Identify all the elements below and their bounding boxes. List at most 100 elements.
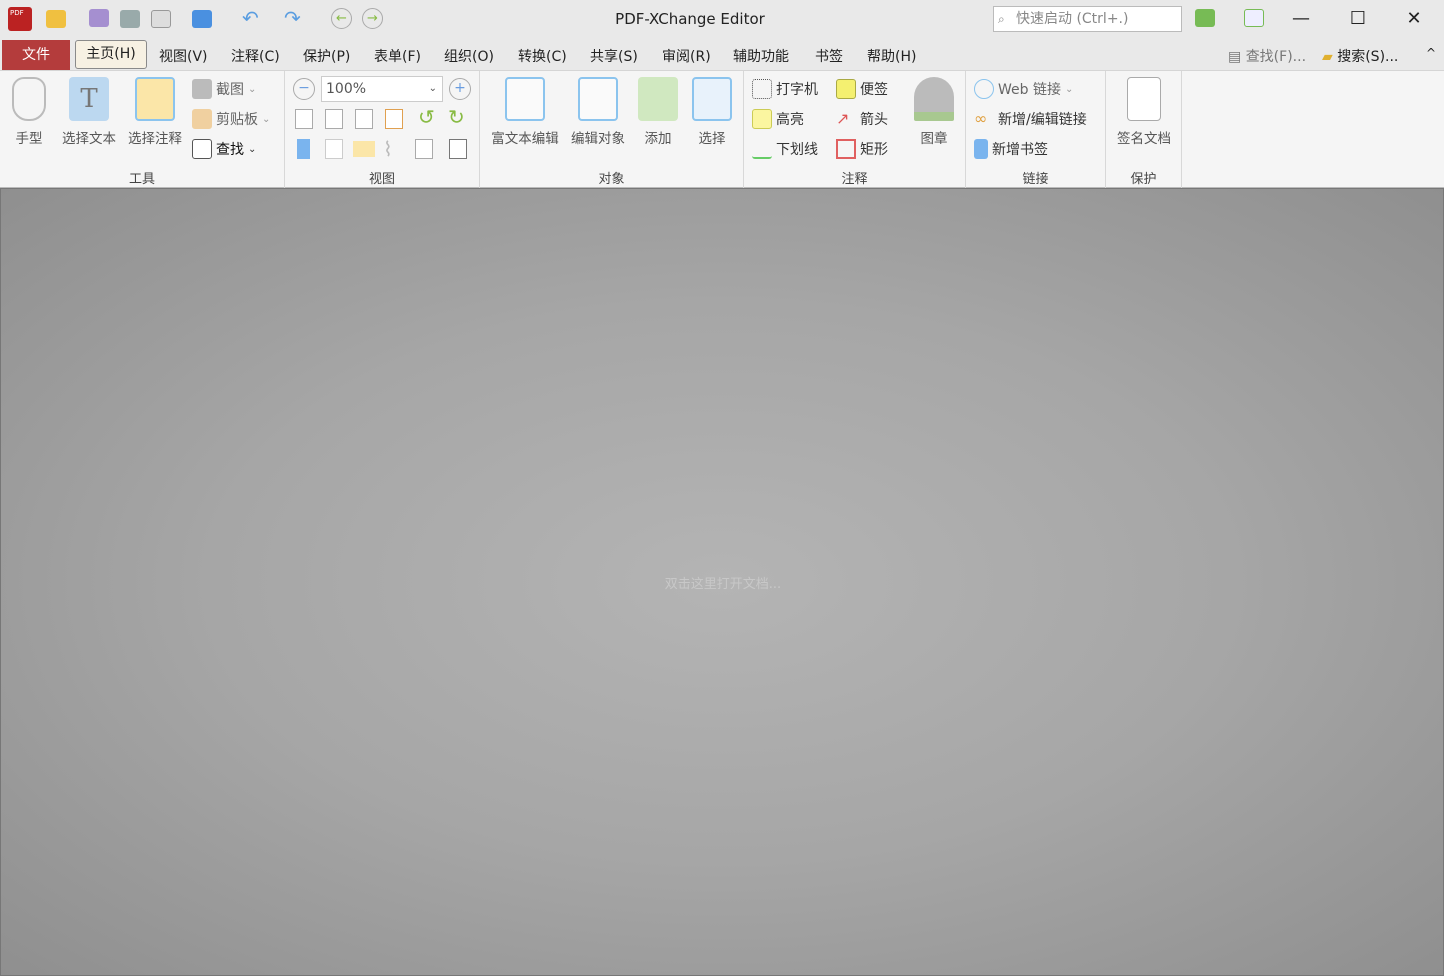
tab-home[interactable]: 主页(H) <box>75 40 147 69</box>
group-protect: 签名文档 保护 <box>1106 71 1182 189</box>
chevron-down-icon: ⌄ <box>248 143 257 155</box>
close-button[interactable]: ✕ <box>1386 0 1442 38</box>
arrow-button[interactable]: ↗ 箭头 <box>836 109 888 129</box>
tab-review[interactable]: 审阅(R) <box>662 46 711 66</box>
hand-label: 手型 <box>15 131 43 147</box>
chevron-down-icon: ⌄ <box>262 113 271 125</box>
fit-width-icon[interactable] <box>355 109 373 129</box>
rectangle-label: 矩形 <box>860 142 888 158</box>
highlight-icon <box>752 109 772 129</box>
tab-protect[interactable]: 保护(P) <box>303 46 350 66</box>
zoom-out-icon[interactable]: − <box>293 78 315 100</box>
forward-icon[interactable]: → <box>362 8 383 29</box>
rectangle-button[interactable]: 矩形 <box>836 139 888 159</box>
search-button[interactable]: ▰ 搜索(S)... <box>1322 46 1398 66</box>
stamp-button[interactable]: 图章 <box>908 77 960 147</box>
properties-pane-icon[interactable] <box>449 139 467 159</box>
web-link-label: Web 链接 <box>998 82 1061 98</box>
edit-object-button[interactable]: 编辑对象 <box>566 77 630 147</box>
sign-document-label: 签名文档 <box>1117 131 1171 147</box>
add-bookmark-button[interactable]: 新增书签 <box>974 139 1048 159</box>
open-icon[interactable] <box>46 10 66 28</box>
scan-icon[interactable] <box>192 10 212 28</box>
attachments-pane-icon[interactable]: ⌇ <box>383 137 393 161</box>
typewriter-label: 打字机 <box>776 82 818 98</box>
select-annotation-button[interactable]: 选择注释 <box>122 77 188 147</box>
hand-tool-button[interactable]: 手型 <box>6 77 52 147</box>
highlight-button[interactable]: 高亮 <box>752 109 804 129</box>
thumbnails-pane-icon[interactable] <box>325 139 343 159</box>
tab-forms[interactable]: 表单(F) <box>374 46 421 66</box>
find-binoculars-icon <box>192 139 212 159</box>
quick-launch-input[interactable]: ⌕ 快速启动 (Ctrl+.) <box>993 6 1182 32</box>
rich-text-edit-label: 富文本编辑 <box>491 131 559 147</box>
maximize-button[interactable]: ☐ <box>1330 0 1386 38</box>
link-icon: ∞ <box>974 109 988 128</box>
select-annotation-label: 选择注释 <box>128 131 182 147</box>
sign-document-icon <box>1127 77 1161 121</box>
fullscreen-icon[interactable] <box>1244 9 1264 27</box>
collapse-ribbon-icon[interactable]: ^ <box>1426 46 1436 60</box>
find-button[interactable]: ▤ 查找(F)... <box>1228 46 1306 66</box>
sticky-note-button[interactable]: 便签 <box>836 79 888 99</box>
zoom-level-select[interactable]: 100% ⌄ <box>321 76 443 102</box>
add-edit-link-button[interactable]: ∞ 新增/编辑链接 <box>974 109 1087 129</box>
tab-organize[interactable]: 组织(O) <box>444 46 494 66</box>
sticky-note-label: 便签 <box>860 82 888 98</box>
typewriter-icon <box>752 79 772 99</box>
sign-document-button[interactable]: 签名文档 <box>1110 77 1178 147</box>
select-text-button[interactable]: T 选择文本 <box>56 77 122 147</box>
edit-object-label: 编辑对象 <box>571 131 625 147</box>
rotate-left-icon[interactable]: ↺ <box>418 105 435 129</box>
search-icon: ⌕ <box>998 12 1005 26</box>
underline-button[interactable]: 下划线 <box>752 139 818 159</box>
ribbon: 手型 T 选择文本 选择注释 截图 ⌄ 剪贴板 ⌄ 查找 ⌄ 工具 − 100% ⌄ + … <box>0 70 1444 189</box>
web-link-button[interactable]: Web 链接 ⌄ <box>974 79 1073 99</box>
select-object-button[interactable]: 选择 <box>686 77 738 147</box>
underline-icon <box>752 139 772 159</box>
document-area[interactable]: 双击这里打开文档... <box>0 188 1444 976</box>
tab-comment[interactable]: 注释(C) <box>231 46 280 66</box>
add-object-label: 添加 <box>644 131 672 147</box>
minimize-button[interactable]: — <box>1273 0 1329 38</box>
group-label-comment: 注释 <box>841 172 868 187</box>
camera-icon <box>192 79 212 99</box>
back-icon[interactable]: ← <box>331 8 352 29</box>
customize-icon[interactable] <box>1195 9 1215 27</box>
tab-help[interactable]: 帮助(H) <box>867 46 916 66</box>
rotate-right-icon[interactable]: ↻ <box>448 105 465 129</box>
open-document-hint[interactable]: 双击这里打开文档... <box>1 573 1444 592</box>
select-text-icon: T <box>69 77 109 121</box>
stamp-icon <box>914 77 954 121</box>
comments-pane-icon[interactable] <box>353 141 375 157</box>
fit-page-icon[interactable] <box>325 109 343 129</box>
find-label: 查找(F)... <box>1245 49 1307 65</box>
email-icon[interactable] <box>151 10 171 28</box>
bookmarks-pane-icon[interactable] <box>297 139 310 159</box>
save-icon[interactable] <box>89 9 109 27</box>
group-comment: 打字机 高亮 下划线 便签 ↗ 箭头 矩形 图章 注释 <box>744 71 966 189</box>
snapshot-button[interactable]: 截图 ⌄ <box>192 79 256 99</box>
tab-accessibility[interactable]: 辅助功能 <box>733 46 789 66</box>
zoom-in-icon[interactable]: + <box>449 78 471 100</box>
add-object-button[interactable]: 添加 <box>632 77 684 147</box>
tab-bookmarks[interactable]: 书签 <box>815 46 843 66</box>
tab-convert[interactable]: 转换(C) <box>518 46 567 66</box>
typewriter-button[interactable]: 打字机 <box>752 79 818 99</box>
group-label-view: 视图 <box>368 172 395 187</box>
content-pane-icon[interactable] <box>415 139 433 159</box>
find-tool-button[interactable]: 查找 ⌄ <box>192 139 256 159</box>
redo-icon[interactable]: ↷ <box>284 6 301 30</box>
print-icon[interactable] <box>120 10 140 28</box>
fit-visible-icon[interactable] <box>385 109 403 129</box>
undo-icon[interactable]: ↶ <box>242 6 259 30</box>
tab-share[interactable]: 共享(S) <box>590 46 638 66</box>
find-tool-label: 查找 <box>216 142 244 158</box>
rich-text-edit-icon <box>505 77 545 121</box>
tab-file[interactable]: 文件 <box>2 40 70 70</box>
actual-size-icon[interactable] <box>295 109 313 129</box>
clipboard-button[interactable]: 剪贴板 ⌄ <box>192 109 270 129</box>
rich-text-edit-button[interactable]: 富文本编辑 <box>486 77 564 147</box>
tab-view[interactable]: 视图(V) <box>159 46 208 66</box>
group-view: − 100% ⌄ + ↺ ↻ ⌇ 视图 <box>285 71 480 189</box>
